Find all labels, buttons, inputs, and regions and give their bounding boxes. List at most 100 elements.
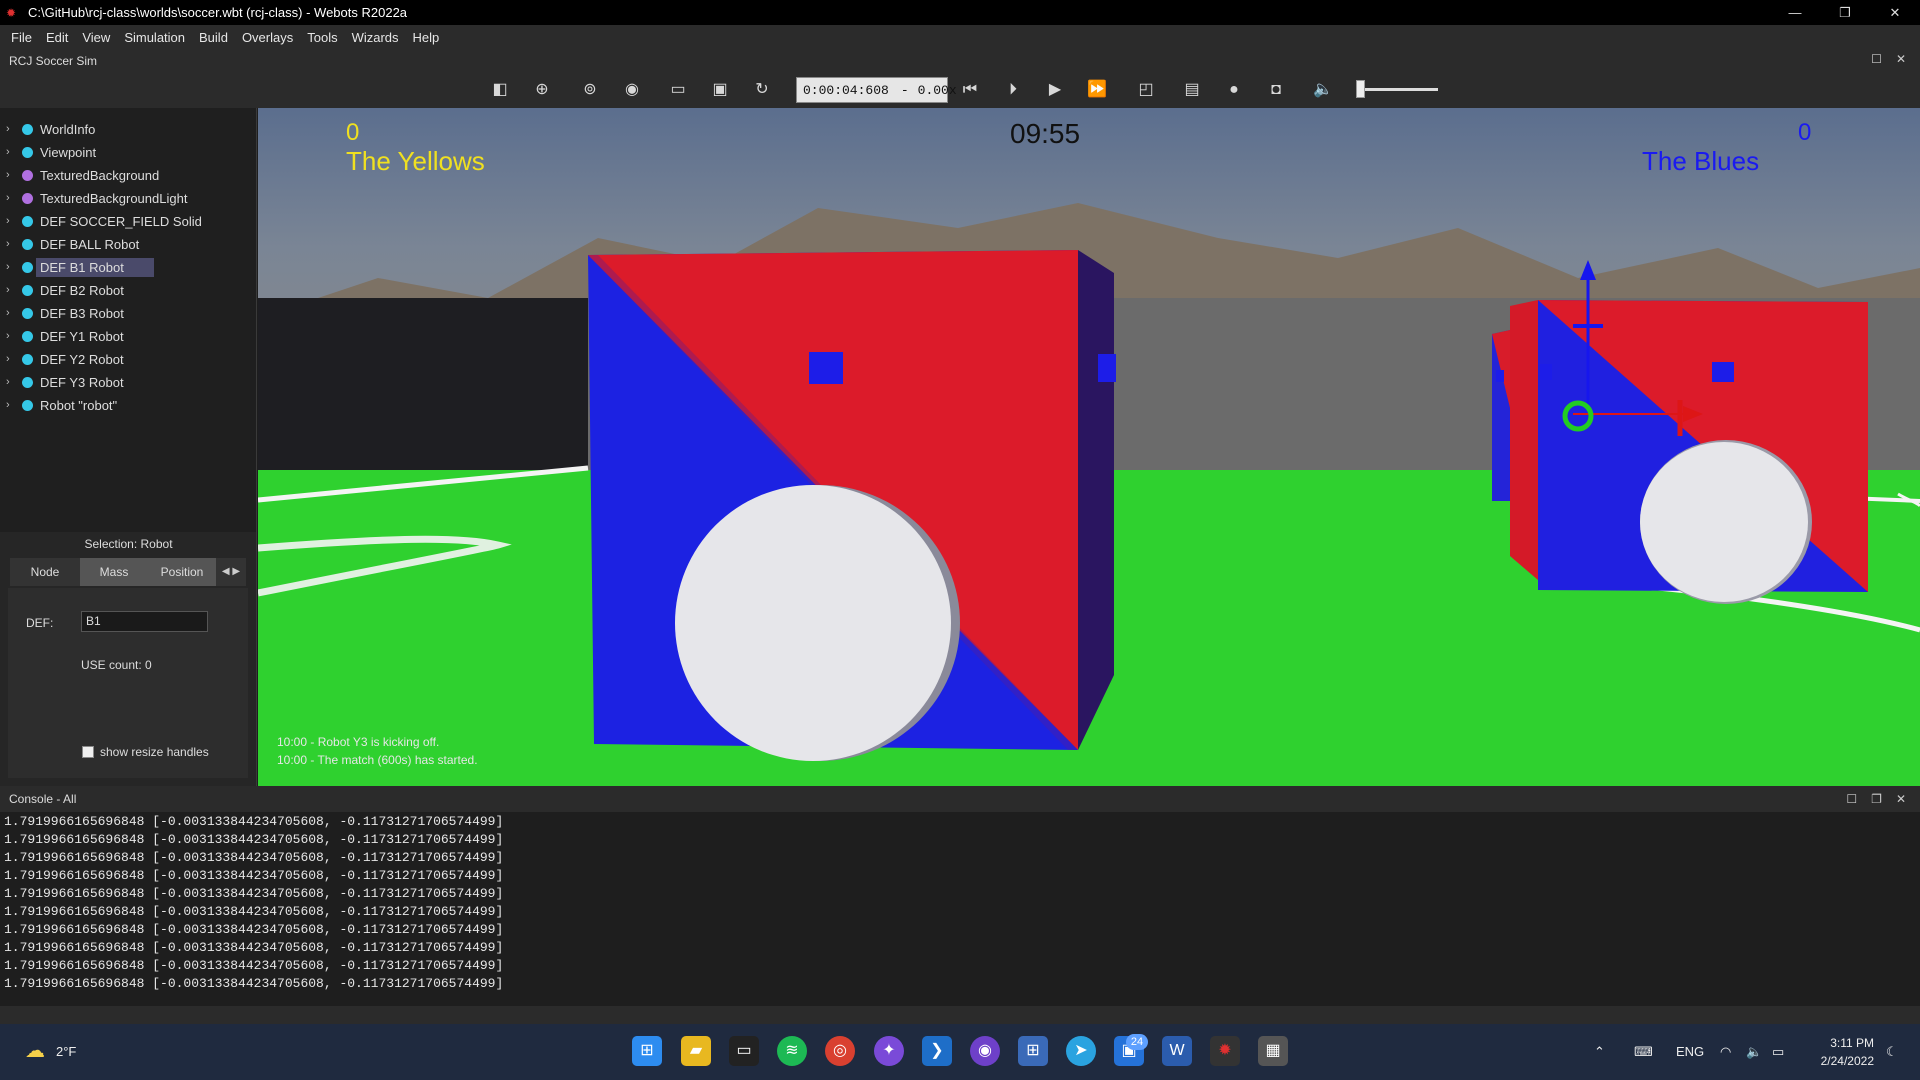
calculator-icon[interactable]: ▦ (1258, 1036, 1288, 1066)
expand-chevron-icon[interactable]: › (6, 307, 16, 319)
console-line: 1.7919966165696848 [-0.00313384423470560… (4, 940, 504, 955)
chrome-icon[interactable]: ◎ (825, 1036, 855, 1066)
tree-item-y2-robot[interactable]: › DEF Y2 Robot (0, 349, 257, 369)
github-desktop-icon[interactable]: ◉ (970, 1036, 1000, 1066)
translate-y-arrow-icon[interactable] (1580, 260, 1596, 280)
expand-chevron-icon[interactable]: › (6, 284, 16, 296)
close-view-icon[interactable]: ✕ (1896, 52, 1906, 66)
expand-chevron-icon[interactable]: › (6, 353, 16, 365)
menu-overlays[interactable]: Overlays (235, 30, 300, 45)
expand-chevron-icon[interactable]: › (6, 215, 16, 227)
resize-handles-checkbox[interactable] (82, 746, 94, 758)
menu-simulation[interactable]: Simulation (117, 30, 192, 45)
spotify-icon[interactable]: ≋ (777, 1036, 807, 1066)
tree-item-texturedbackground[interactable]: › TexturedBackground (0, 165, 257, 185)
expand-chevron-icon[interactable]: › (6, 330, 16, 342)
language-indicator[interactable]: ENG (1676, 1024, 1704, 1080)
console-close-icon[interactable]: ✕ (1896, 792, 1906, 806)
expand-chevron-icon[interactable]: › (6, 376, 16, 388)
tree-item-ball[interactable]: › DEF BALL Robot (0, 234, 257, 254)
menu-view[interactable]: View (75, 30, 117, 45)
toolbar: ◧ ⊕ ⊚ ◉ ▭ ▣ ↻ ⏮ ⏵ ▶ ⏩ ◰ ▤ ● ◘ 🔈 (0, 72, 1920, 108)
mute-speaker-icon[interactable]: 🔈 (1311, 78, 1335, 102)
add-node-icon[interactable]: ⊕ (530, 78, 554, 102)
chevron-up-icon[interactable]: ⌃ (1594, 1024, 1605, 1080)
toggle-scene-tree-icon[interactable]: ◧ (488, 78, 512, 102)
word-icon[interactable]: W (1162, 1036, 1192, 1066)
tree-item-robot[interactable]: › Robot "robot" (0, 395, 257, 415)
vscode-icon[interactable]: ❯ (922, 1036, 952, 1066)
volume-slider[interactable] (1356, 72, 1438, 108)
tree-item-y3-robot[interactable]: › DEF Y3 Robot (0, 372, 257, 392)
menu-wizards[interactable]: Wizards (345, 30, 406, 45)
maximize-view-icon[interactable]: ☐ (1871, 52, 1882, 66)
viewpoint-follow-icon[interactable]: ⊚ (578, 78, 602, 102)
movie-icon[interactable]: ▤ (1180, 78, 1204, 102)
tree-item-b3-robot[interactable]: › DEF B3 Robot (0, 303, 257, 323)
network-tool-icon[interactable]: ⊞ (1018, 1036, 1048, 1066)
wifi-icon[interactable]: ◠ (1720, 1024, 1731, 1080)
fast-forward-icon[interactable]: ⏩ (1085, 78, 1109, 102)
expand-chevron-icon[interactable]: › (6, 238, 16, 250)
screenshot-camera-icon[interactable]: ◘ (1264, 78, 1288, 102)
tree-item-viewpoint[interactable]: › Viewpoint (0, 142, 257, 162)
menu-edit[interactable]: Edit (39, 30, 75, 45)
expand-chevron-icon[interactable]: › (6, 192, 16, 204)
terminal-icon[interactable]: ▭ (729, 1036, 759, 1066)
resize-handles-option[interactable]: show resize handles (82, 745, 209, 759)
open-world-icon[interactable]: ▭ (666, 78, 690, 102)
close-button[interactable]: ✕ (1870, 0, 1920, 25)
volume-icon[interactable]: 🔈 (1746, 1024, 1762, 1080)
reload-world-icon[interactable]: ↻ (750, 78, 774, 102)
record-icon[interactable]: ● (1222, 78, 1246, 102)
tab-mass[interactable]: Mass (80, 558, 148, 586)
expand-chevron-icon[interactable]: › (6, 261, 16, 273)
menu-help[interactable]: Help (406, 30, 447, 45)
tree-item-b2-robot[interactable]: › DEF B2 Robot (0, 280, 257, 300)
view-eye-icon[interactable]: ◉ (620, 78, 644, 102)
file-explorer-icon[interactable]: ▰ (681, 1036, 711, 1066)
console-output[interactable]: 1.7919966165696848 [-0.00313384423470560… (0, 812, 1920, 1006)
tree-item-y1-robot[interactable]: › DEF Y1 Robot (0, 326, 257, 346)
restore-button[interactable]: ❐ (1820, 0, 1870, 25)
simulation-view-header: RCJ Soccer Sim ☐ ✕ (0, 50, 1920, 72)
clock-time[interactable]: 3:11 PM (1810, 1036, 1874, 1050)
menu-build[interactable]: Build (192, 30, 235, 45)
expand-chevron-icon[interactable]: › (6, 146, 16, 158)
node-dot-icon (22, 123, 33, 135)
play-icon[interactable]: ▶ (1043, 78, 1067, 102)
weather-icon[interactable]: ☁ (20, 1036, 50, 1066)
console-maximize-icon[interactable]: ☐ (1846, 792, 1857, 806)
menu-tools[interactable]: Tools (300, 30, 344, 45)
console-line: 1.7919966165696848 [-0.00313384423470560… (4, 814, 504, 829)
3d-viewport[interactable]: 0 The Yellows 09:55 0 The Blues 10:00 - … (258, 108, 1920, 786)
tree-item-soccer-field[interactable]: › DEF SOCCER_FIELD Solid (0, 211, 257, 231)
app-icon[interactable]: ✦ (874, 1036, 904, 1066)
tab-node[interactable]: Node (10, 558, 80, 586)
tab-scroll-arrows-icon[interactable]: ◀ ▶ (216, 558, 246, 586)
expand-chevron-icon[interactable]: › (6, 399, 16, 411)
tab-position[interactable]: Position (148, 558, 216, 586)
tree-item-texturedbackgroundlight[interactable]: › TexturedBackgroundLight (0, 188, 257, 208)
menu-file[interactable]: File (4, 30, 39, 45)
clock-date[interactable]: 2/24/2022 (1810, 1054, 1874, 1068)
volume-slider-thumb[interactable] (1356, 80, 1365, 98)
webots-icon[interactable]: ✹ (1210, 1036, 1240, 1066)
step-icon[interactable]: ⏵ (1001, 78, 1025, 102)
minimize-button[interactable]: — (1770, 0, 1820, 25)
notifications-moon-icon[interactable]: ☾ (1886, 1024, 1898, 1080)
save-world-icon[interactable]: ▣ (708, 78, 732, 102)
start-menu-icon[interactable]: ⊞ (632, 1036, 662, 1066)
tree-item-b1-robot[interactable]: › DEF B1 Robot (0, 257, 257, 277)
console-float-icon[interactable]: ❐ (1871, 792, 1882, 806)
telegram-icon[interactable]: ➤ (1066, 1036, 1096, 1066)
expand-chevron-icon[interactable]: › (6, 123, 16, 135)
keyboard-icon[interactable]: ⌨ (1634, 1024, 1653, 1080)
robot-far[interactable] (258, 108, 1920, 786)
rendering-toggle-icon[interactable]: ◰ (1134, 78, 1158, 102)
tree-item-worldinfo[interactable]: › WorldInfo (0, 119, 257, 139)
expand-chevron-icon[interactable]: › (6, 169, 16, 181)
def-input[interactable]: B1 (81, 611, 208, 632)
battery-icon[interactable]: ▭ (1772, 1024, 1784, 1080)
reset-simulation-icon[interactable]: ⏮ (958, 78, 982, 102)
